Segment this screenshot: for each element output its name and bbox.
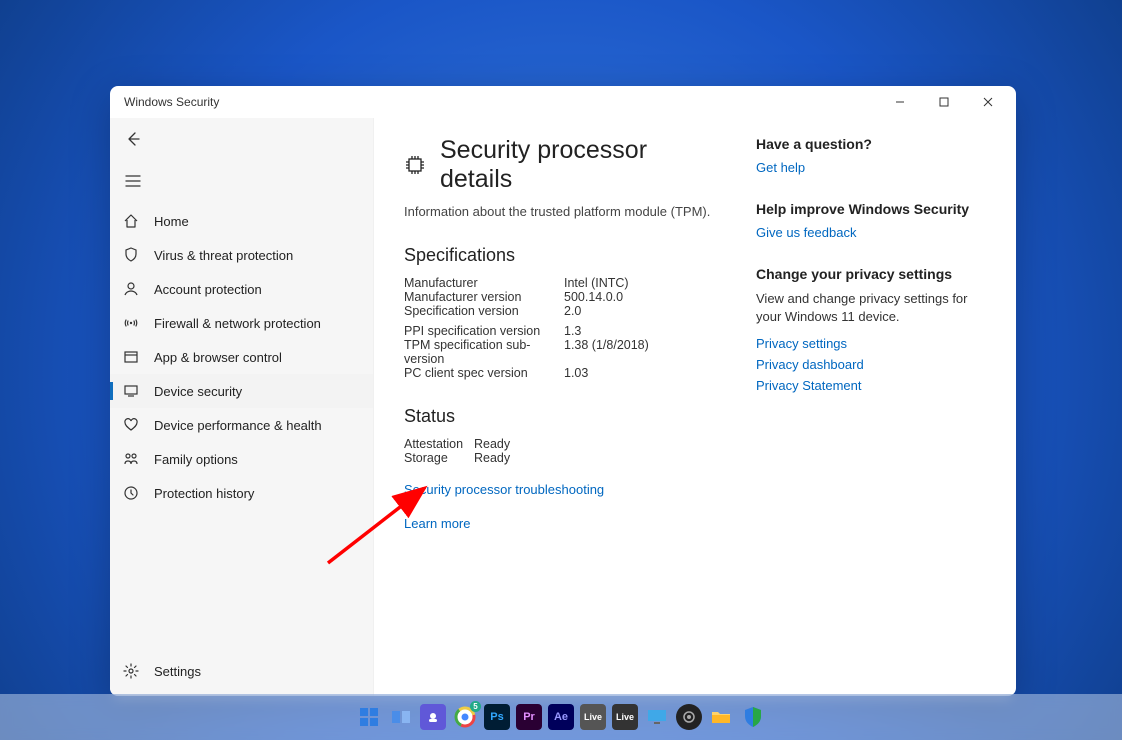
spec-value: 500.14.0.0 (564, 290, 726, 304)
back-button[interactable] (118, 124, 148, 154)
spec-key: PC client spec version (404, 366, 564, 380)
family-icon (122, 450, 140, 468)
nav-settings[interactable]: Settings (110, 654, 373, 688)
spec-key: TPM specification sub-version (404, 338, 564, 366)
privacy-settings-link[interactable]: Privacy settings (756, 336, 986, 351)
question-heading: Have a question? (756, 136, 986, 152)
taskbar: 5 Ps Pr Ae Live Live (0, 694, 1122, 740)
nav: Home Virus & threat protection Account p… (110, 204, 373, 654)
nav-label: Account protection (154, 282, 262, 297)
learn-more-link[interactable]: Learn more (404, 516, 470, 531)
privacy-body: View and change privacy settings for you… (756, 290, 986, 326)
nav-label: Protection history (154, 486, 254, 501)
taskbar-aftereffects[interactable]: Ae (548, 704, 574, 730)
spec-value: 1.03 (564, 366, 726, 380)
titlebar: Windows Security (110, 86, 1016, 118)
improve-heading: Help improve Windows Security (756, 201, 986, 217)
nav-account-protection[interactable]: Account protection (110, 272, 373, 306)
nav-label: Firewall & network protection (154, 316, 321, 331)
nav-firewall[interactable]: Firewall & network protection (110, 306, 373, 340)
troubleshoot-link[interactable]: Security processor troubleshooting (404, 482, 604, 497)
nav-virus-threat[interactable]: Virus & threat protection (110, 238, 373, 272)
window-title: Windows Security (124, 95, 219, 109)
privacy-dashboard-link[interactable]: Privacy dashboard (756, 357, 986, 372)
nav-label: Home (154, 214, 189, 229)
taskbar-taskview[interactable] (388, 704, 414, 730)
nav-performance-health[interactable]: Device performance & health (110, 408, 373, 442)
question-block: Have a question? Get help (756, 136, 986, 175)
status-table: AttestationReady StorageReady (404, 437, 726, 465)
privacy-heading: Change your privacy settings (756, 266, 986, 282)
heart-icon (122, 416, 140, 434)
nav-label: Device performance & health (154, 418, 322, 433)
spec-value: 1.38 (1/8/2018) (564, 338, 726, 366)
nav-label: Virus & threat protection (154, 248, 293, 263)
minimize-button[interactable] (878, 87, 922, 117)
status-value: Ready (474, 451, 726, 465)
privacy-statement-link[interactable]: Privacy Statement (756, 378, 986, 393)
nav-family-options[interactable]: Family options (110, 442, 373, 476)
maximize-button[interactable] (922, 87, 966, 117)
close-button[interactable] (966, 87, 1010, 117)
status-key: Storage (404, 451, 474, 465)
nav-device-security[interactable]: Device security (110, 374, 373, 408)
page-subtitle: Information about the trusted platform m… (404, 204, 726, 219)
improve-block: Help improve Windows Security Give us fe… (756, 201, 986, 240)
taskbar-teams[interactable] (420, 704, 446, 730)
windows-security-window: Windows Security (110, 86, 1016, 696)
taskbar-live-2[interactable]: Live (612, 704, 638, 730)
hamburger-button[interactable] (118, 166, 148, 196)
taskbar-monitor[interactable] (644, 704, 670, 730)
status-key: Attestation (404, 437, 474, 451)
taskbar-security[interactable] (740, 704, 766, 730)
specs-table: ManufacturerIntel (INTC) Manufacturer ve… (404, 276, 726, 380)
nav-label: App & browser control (154, 350, 282, 365)
status-value: Ready (474, 437, 726, 451)
nav-home[interactable]: Home (110, 204, 373, 238)
shield-icon (122, 246, 140, 264)
spec-key: Manufacturer (404, 276, 564, 290)
spec-value: Intel (INTC) (564, 276, 726, 290)
feedback-link[interactable]: Give us feedback (756, 225, 986, 240)
sidebar: Home Virus & threat protection Account p… (110, 118, 374, 696)
taskbar-live-1[interactable]: Live (580, 704, 606, 730)
nav-label: Settings (154, 664, 201, 679)
spec-value: 2.0 (564, 304, 726, 318)
nav-label: Device security (154, 384, 242, 399)
nav-protection-history[interactable]: Protection history (110, 476, 373, 510)
specs-heading: Specifications (404, 245, 726, 266)
status-heading: Status (404, 406, 726, 427)
nav-label: Family options (154, 452, 238, 467)
app-icon (122, 348, 140, 366)
spec-key: Manufacturer version (404, 290, 564, 304)
account-icon (122, 280, 140, 298)
antenna-icon (122, 314, 140, 332)
taskbar-start[interactable] (356, 704, 382, 730)
device-icon (122, 382, 140, 400)
taskbar-obs[interactable] (676, 704, 702, 730)
get-help-link[interactable]: Get help (756, 160, 986, 175)
home-icon (122, 212, 140, 230)
spec-key: PPI specification version (404, 324, 564, 338)
taskbar-premiere[interactable]: Pr (516, 704, 542, 730)
history-icon (122, 484, 140, 502)
chip-icon (404, 154, 426, 176)
taskbar-photoshop[interactable]: Ps (484, 704, 510, 730)
gear-icon (122, 662, 140, 680)
main-content: Security processor details Information a… (374, 118, 1016, 696)
taskbar-chrome[interactable]: 5 (452, 704, 478, 730)
page-title: Security processor details (404, 136, 726, 194)
privacy-block: Change your privacy settings View and ch… (756, 266, 986, 393)
spec-value: 1.3 (564, 324, 726, 338)
spec-key: Specification version (404, 304, 564, 318)
taskbar-explorer[interactable] (708, 704, 734, 730)
nav-app-browser[interactable]: App & browser control (110, 340, 373, 374)
